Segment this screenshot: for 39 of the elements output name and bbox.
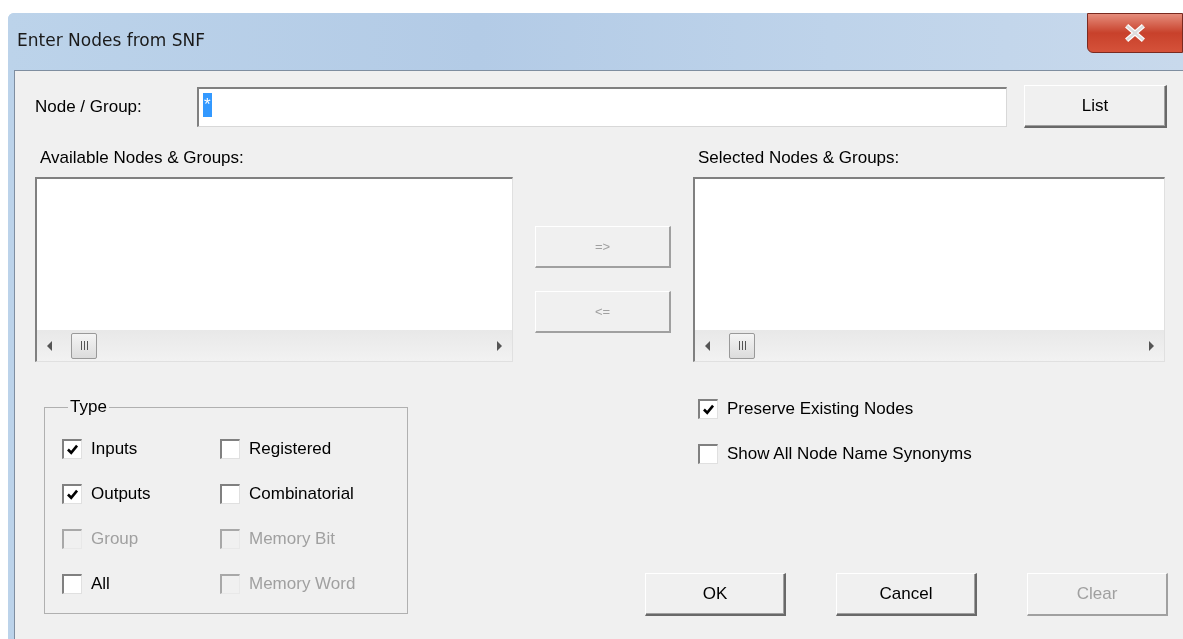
list-button[interactable]: List	[1024, 85, 1167, 128]
dialog-button[interactable]: Cancel	[836, 573, 977, 616]
checkbox-label: Memory Bit	[249, 529, 335, 549]
checkbox[interactable]	[62, 439, 82, 459]
group-title: Type	[69, 397, 108, 417]
check-icon	[66, 488, 79, 501]
checkbox[interactable]	[220, 439, 240, 459]
checkbox[interactable]	[62, 574, 82, 594]
node-group-field[interactable]: *	[197, 86, 1007, 127]
horizontal-scrollbar[interactable]	[37, 330, 512, 361]
checkbox-label: Outputs	[91, 484, 151, 504]
checkbox-label: Preserve Existing Nodes	[727, 399, 914, 419]
available-label: Available Nodes & Groups:	[40, 148, 245, 168]
checkbox-label: Group	[91, 529, 139, 549]
scrollbar-thumb[interactable]	[729, 332, 755, 359]
dialog-button[interactable]: OK	[645, 573, 786, 616]
close-button[interactable]	[1087, 13, 1183, 53]
check-icon	[66, 443, 79, 456]
checkbox-label: Inputs	[91, 439, 138, 459]
checkbox[interactable]	[698, 444, 718, 464]
checkbox[interactable]	[698, 399, 718, 419]
horizontal-scrollbar[interactable]	[695, 330, 1164, 361]
checkbox-label: Registered	[249, 439, 332, 459]
node-group-label: Node / Group:	[35, 96, 143, 117]
window-title: Enter Nodes from SNF	[17, 30, 205, 50]
checkbox[interactable]	[220, 484, 240, 504]
check-icon	[702, 403, 715, 416]
scroll-left-icon[interactable]	[705, 340, 711, 351]
scroll-left-icon[interactable]	[47, 340, 53, 351]
close-icon	[1123, 23, 1147, 43]
scrollbar-thumb[interactable]	[71, 332, 97, 359]
checkbox-label: Combinatorial	[249, 484, 354, 504]
checkbox-label: All	[91, 574, 110, 594]
checkbox-label: Show All Node Name Synonyms	[727, 444, 972, 464]
checkbox-label: Memory Word	[249, 574, 356, 594]
scroll-right-icon[interactable]	[1148, 340, 1154, 351]
scroll-right-icon[interactable]	[496, 340, 502, 351]
checkbox[interactable]	[62, 484, 82, 504]
selected-label: Selected Nodes & Groups:	[698, 148, 901, 168]
